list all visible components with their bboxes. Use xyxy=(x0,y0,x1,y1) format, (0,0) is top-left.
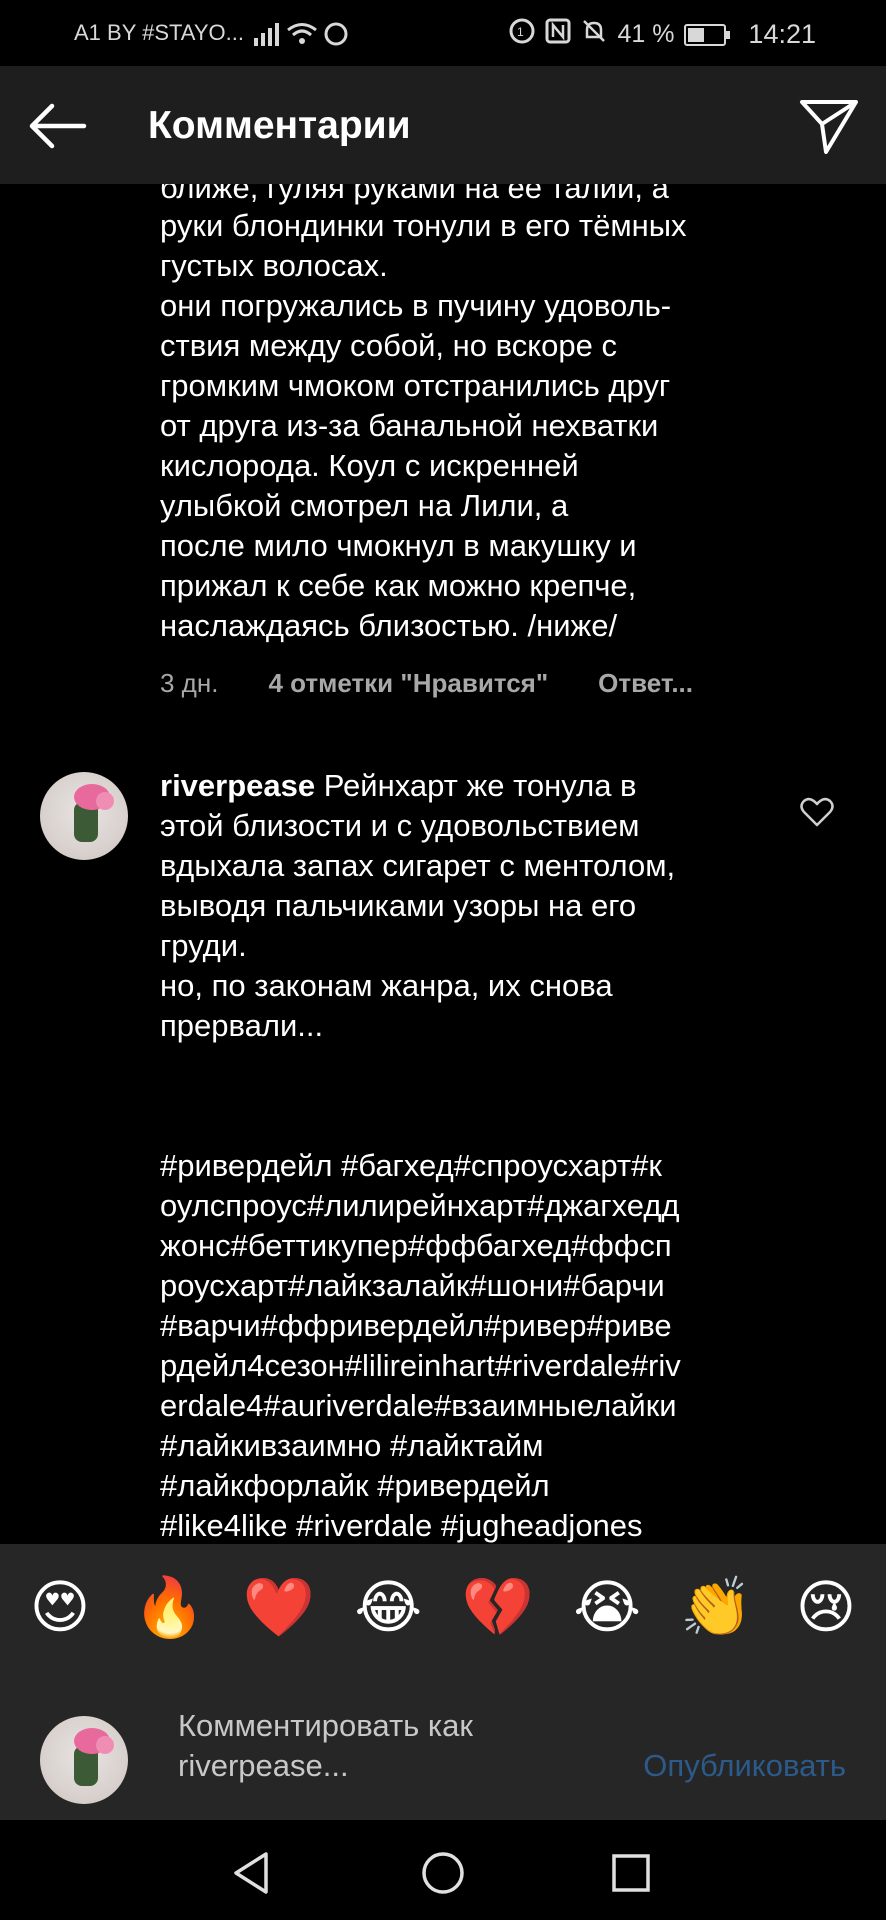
data-saver-icon: 1 xyxy=(509,18,535,51)
svg-text:1: 1 xyxy=(517,25,524,39)
comments-list[interactable]: ближе, гуляя руками на её талии, а руки … xyxy=(0,184,886,1544)
comment-time: 3 дн. xyxy=(160,668,219,698)
back-arrow-icon[interactable] xyxy=(24,98,90,154)
comment-text: руки блондинки тонули в его тёмных густы… xyxy=(160,208,687,643)
signal-wifi-icons xyxy=(252,20,352,55)
nav-back-icon[interactable] xyxy=(228,1848,278,1898)
emoji-clapping[interactable]: 👏 xyxy=(677,1567,757,1647)
emoji-broken-heart[interactable]: 💔 xyxy=(458,1567,538,1647)
comment-meta: 3 дн. 4 отметки "Нравится" Ответ... xyxy=(160,668,743,699)
nav-home-icon[interactable] xyxy=(418,1848,468,1898)
emoji-red-heart[interactable]: ❤️ xyxy=(239,1567,319,1647)
avatar[interactable] xyxy=(40,772,128,860)
direct-send-icon[interactable] xyxy=(798,96,860,156)
comment-composer: Комментировать как riverpease... Опублик… xyxy=(0,1670,886,1820)
emoji-heart-eyes[interactable]: 😍 xyxy=(20,1567,100,1647)
emoji-quick-bar: 😍 🔥 ❤️ 😂 💔 😭 👏 😢 xyxy=(0,1544,886,1670)
reply-button[interactable]: Ответ... xyxy=(598,668,693,699)
emoji-crying[interactable]: 😢 xyxy=(786,1567,866,1647)
battery-icon xyxy=(684,23,731,46)
publish-button[interactable]: Опубликовать xyxy=(643,1748,846,1784)
nfc-icon xyxy=(545,18,571,51)
system-nav-bar xyxy=(0,1820,886,1920)
comment-text: riverpease Рейнхарт же тонула в этой бли… xyxy=(160,766,780,1046)
comment-input[interactable]: Комментировать как riverpease... xyxy=(178,1706,598,1786)
emoji-loudly-crying[interactable]: 😭 xyxy=(567,1567,647,1647)
heart-icon[interactable] xyxy=(800,796,834,828)
comment-partial-line: ближе, гуляя руками на её талии, а xyxy=(160,184,669,205)
comment-username[interactable]: riverpease xyxy=(160,768,315,803)
page-title: Комментарии xyxy=(148,104,411,147)
nav-recents-icon[interactable] xyxy=(606,1848,656,1898)
carrier-label: A1 BY #STAYO... xyxy=(74,20,244,45)
avatar xyxy=(40,1716,128,1804)
status-bar: A1 BY #STAYO... 1 41 % 14:21 xyxy=(0,0,886,66)
emoji-tears-of-joy[interactable]: 😂 xyxy=(348,1567,428,1647)
comment-hashtags[interactable]: #ривердейл #багхед#спроусхарт#к оулспроу… xyxy=(160,1146,780,1544)
mute-bell-icon xyxy=(581,18,607,51)
header-bar: Комментарии xyxy=(0,66,886,184)
emoji-fire[interactable]: 🔥 xyxy=(129,1567,209,1647)
comment-likes-link[interactable]: 4 отметки "Нравится" xyxy=(268,668,548,699)
clock: 14:21 xyxy=(748,19,816,49)
battery-percent: 41 % xyxy=(617,20,675,48)
comment-body: Рейнхарт же тонула в этой близости и с у… xyxy=(160,768,676,1043)
